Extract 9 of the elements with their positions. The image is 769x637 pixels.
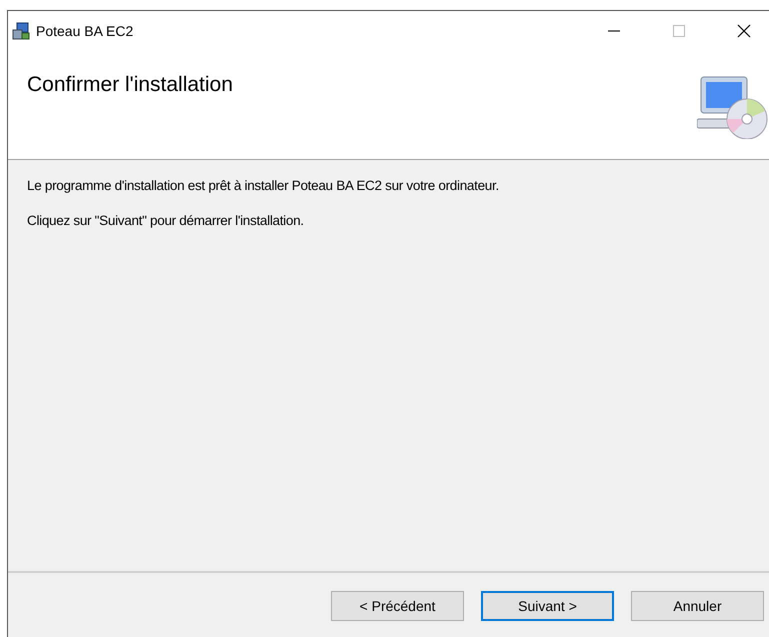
close-icon[interactable] bbox=[737, 24, 751, 38]
page-title: Confirmer l'installation bbox=[27, 73, 233, 97]
instruction-text: Cliquez sur "Suivant" pour démarrer l'installation. bbox=[27, 213, 305, 228]
dialog-button[interactable]: < Précédent bbox=[331, 590, 464, 620]
instruction-text: Le programme d'installation est prêt à installer Poteau BA EC2 sur votre ordinateur. bbox=[27, 178, 500, 193]
window-title: Poteau BA EC2 bbox=[36, 23, 134, 39]
installer-icon bbox=[12, 22, 30, 40]
dialog-button[interactable]: Suivant > bbox=[481, 590, 614, 620]
dialog-button[interactable]: Annuler bbox=[631, 590, 764, 620]
